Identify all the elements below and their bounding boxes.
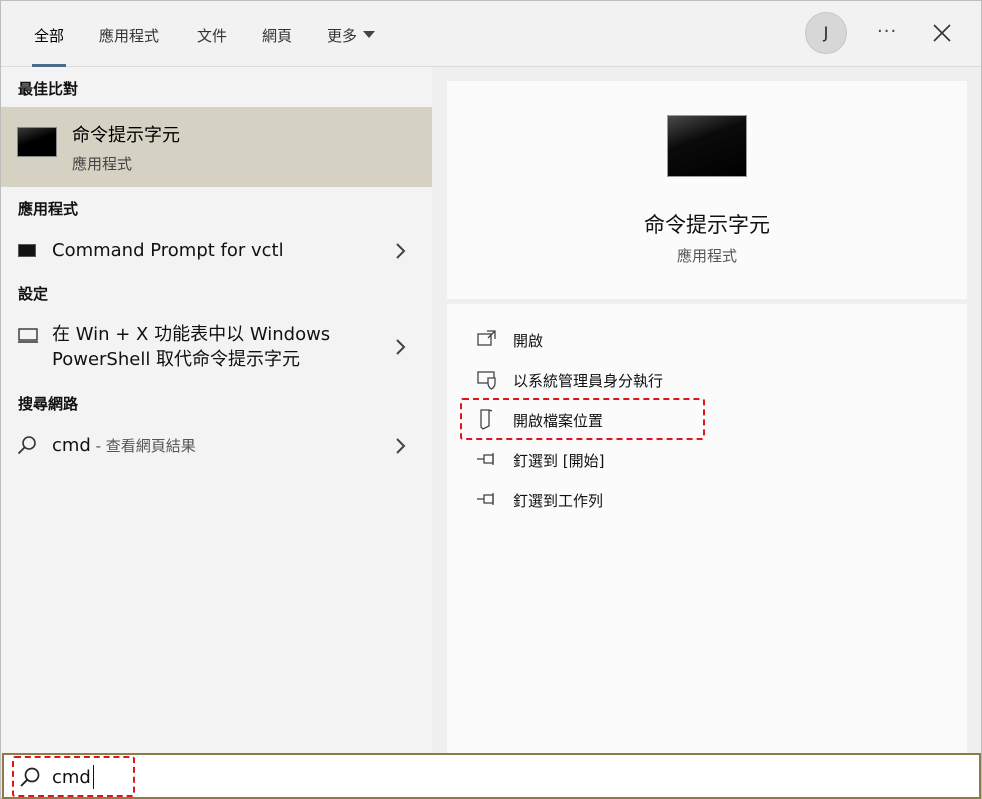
- close-icon: [933, 24, 951, 42]
- tab-apps[interactable]: 應用程式: [99, 21, 159, 67]
- action-run-as-admin-label: 以系統管理員身分執行: [513, 372, 664, 390]
- search-window: 全部 應用程式 文件 網頁 更多 J ··· 最佳比對 命令提示字元 應用程式 …: [0, 0, 982, 799]
- best-match-subtitle: 應用程式: [72, 155, 133, 173]
- preview-subtitle: 應用程式: [676, 247, 737, 265]
- shield-icon: [477, 371, 496, 390]
- results-pane: 最佳比對 命令提示字元 應用程式 應用程式 Command Prompt for…: [1, 67, 432, 753]
- settings-result-line1: 在 Win + X 功能表中以 Windows: [52, 324, 331, 345]
- best-match-heading: 最佳比對: [18, 80, 79, 98]
- search-input[interactable]: [52, 763, 932, 791]
- apps-heading: 應用程式: [18, 200, 79, 218]
- tab-web-label: 網頁: [262, 27, 293, 45]
- top-tab-bar: 全部 應用程式 文件 網頁 更多 J ···: [1, 1, 981, 67]
- account-avatar[interactable]: J: [805, 12, 847, 54]
- preview-title: 命令提示字元: [644, 213, 770, 237]
- command-prompt-icon: [17, 127, 57, 157]
- app-result-item[interactable]: Command Prompt for vctl: [1, 232, 432, 270]
- tab-documents-label: 文件: [197, 27, 228, 45]
- tab-all[interactable]: 全部: [31, 21, 67, 67]
- preview-header: 命令提示字元 應用程式: [447, 81, 967, 299]
- highlight-search-term: [12, 756, 135, 797]
- tab-web[interactable]: 網頁: [262, 21, 292, 67]
- monitor-icon: [18, 328, 38, 343]
- preview-actions: 開啟 以系統管理員身分執行 開啟檔案位置 釘選到 [開始] 釘選到工作列: [447, 304, 967, 753]
- settings-result-line2: PowerShell 取代命令提示字元: [52, 349, 301, 370]
- highlight-open-file-location: [460, 398, 705, 440]
- search-icon: [17, 436, 36, 455]
- avatar-initial: J: [823, 23, 829, 42]
- tab-all-label: 全部: [34, 27, 65, 45]
- open-icon: [477, 330, 496, 346]
- search-bar: [2, 753, 981, 799]
- tab-documents[interactable]: 文件: [197, 21, 227, 67]
- chevron-down-icon: [363, 31, 376, 38]
- web-result-suffix: - 查看網頁結果: [90, 437, 196, 455]
- app-result-title: Command Prompt for vctl: [52, 240, 284, 261]
- chevron-right-icon: [396, 243, 406, 259]
- action-pin-to-taskbar-label: 釘選到工作列: [513, 492, 604, 510]
- web-result-text: cmd - 查看網頁結果: [52, 433, 196, 459]
- settings-heading: 設定: [18, 285, 49, 303]
- command-prompt-icon: [667, 115, 747, 177]
- close-button[interactable]: [930, 21, 954, 45]
- chevron-right-icon: [396, 438, 406, 454]
- web-search-heading: 搜尋網路: [18, 395, 79, 413]
- chevron-right-icon: [396, 339, 406, 355]
- web-query: cmd: [52, 435, 91, 456]
- more-options-button[interactable]: ···: [877, 21, 897, 42]
- tab-more-label: 更多: [327, 27, 358, 45]
- tab-more[interactable]: 更多: [327, 21, 376, 67]
- pin-icon: [477, 493, 494, 505]
- best-match-title: 命令提示字元: [72, 125, 180, 146]
- action-open-label: 開啟: [513, 332, 544, 350]
- tab-apps-label: 應用程式: [99, 27, 160, 45]
- pin-icon: [477, 453, 494, 465]
- ellipsis-icon: ···: [877, 21, 898, 42]
- command-prompt-icon: [18, 244, 36, 257]
- best-match-item[interactable]: 命令提示字元 應用程式: [1, 107, 432, 187]
- action-pin-to-start-label: 釘選到 [開始]: [513, 452, 605, 470]
- settings-result-item[interactable]: 在 Win + X 功能表中以 Windows PowerShell 取代命令提…: [1, 319, 432, 377]
- web-result-item[interactable]: cmd - 查看網頁結果: [1, 427, 432, 465]
